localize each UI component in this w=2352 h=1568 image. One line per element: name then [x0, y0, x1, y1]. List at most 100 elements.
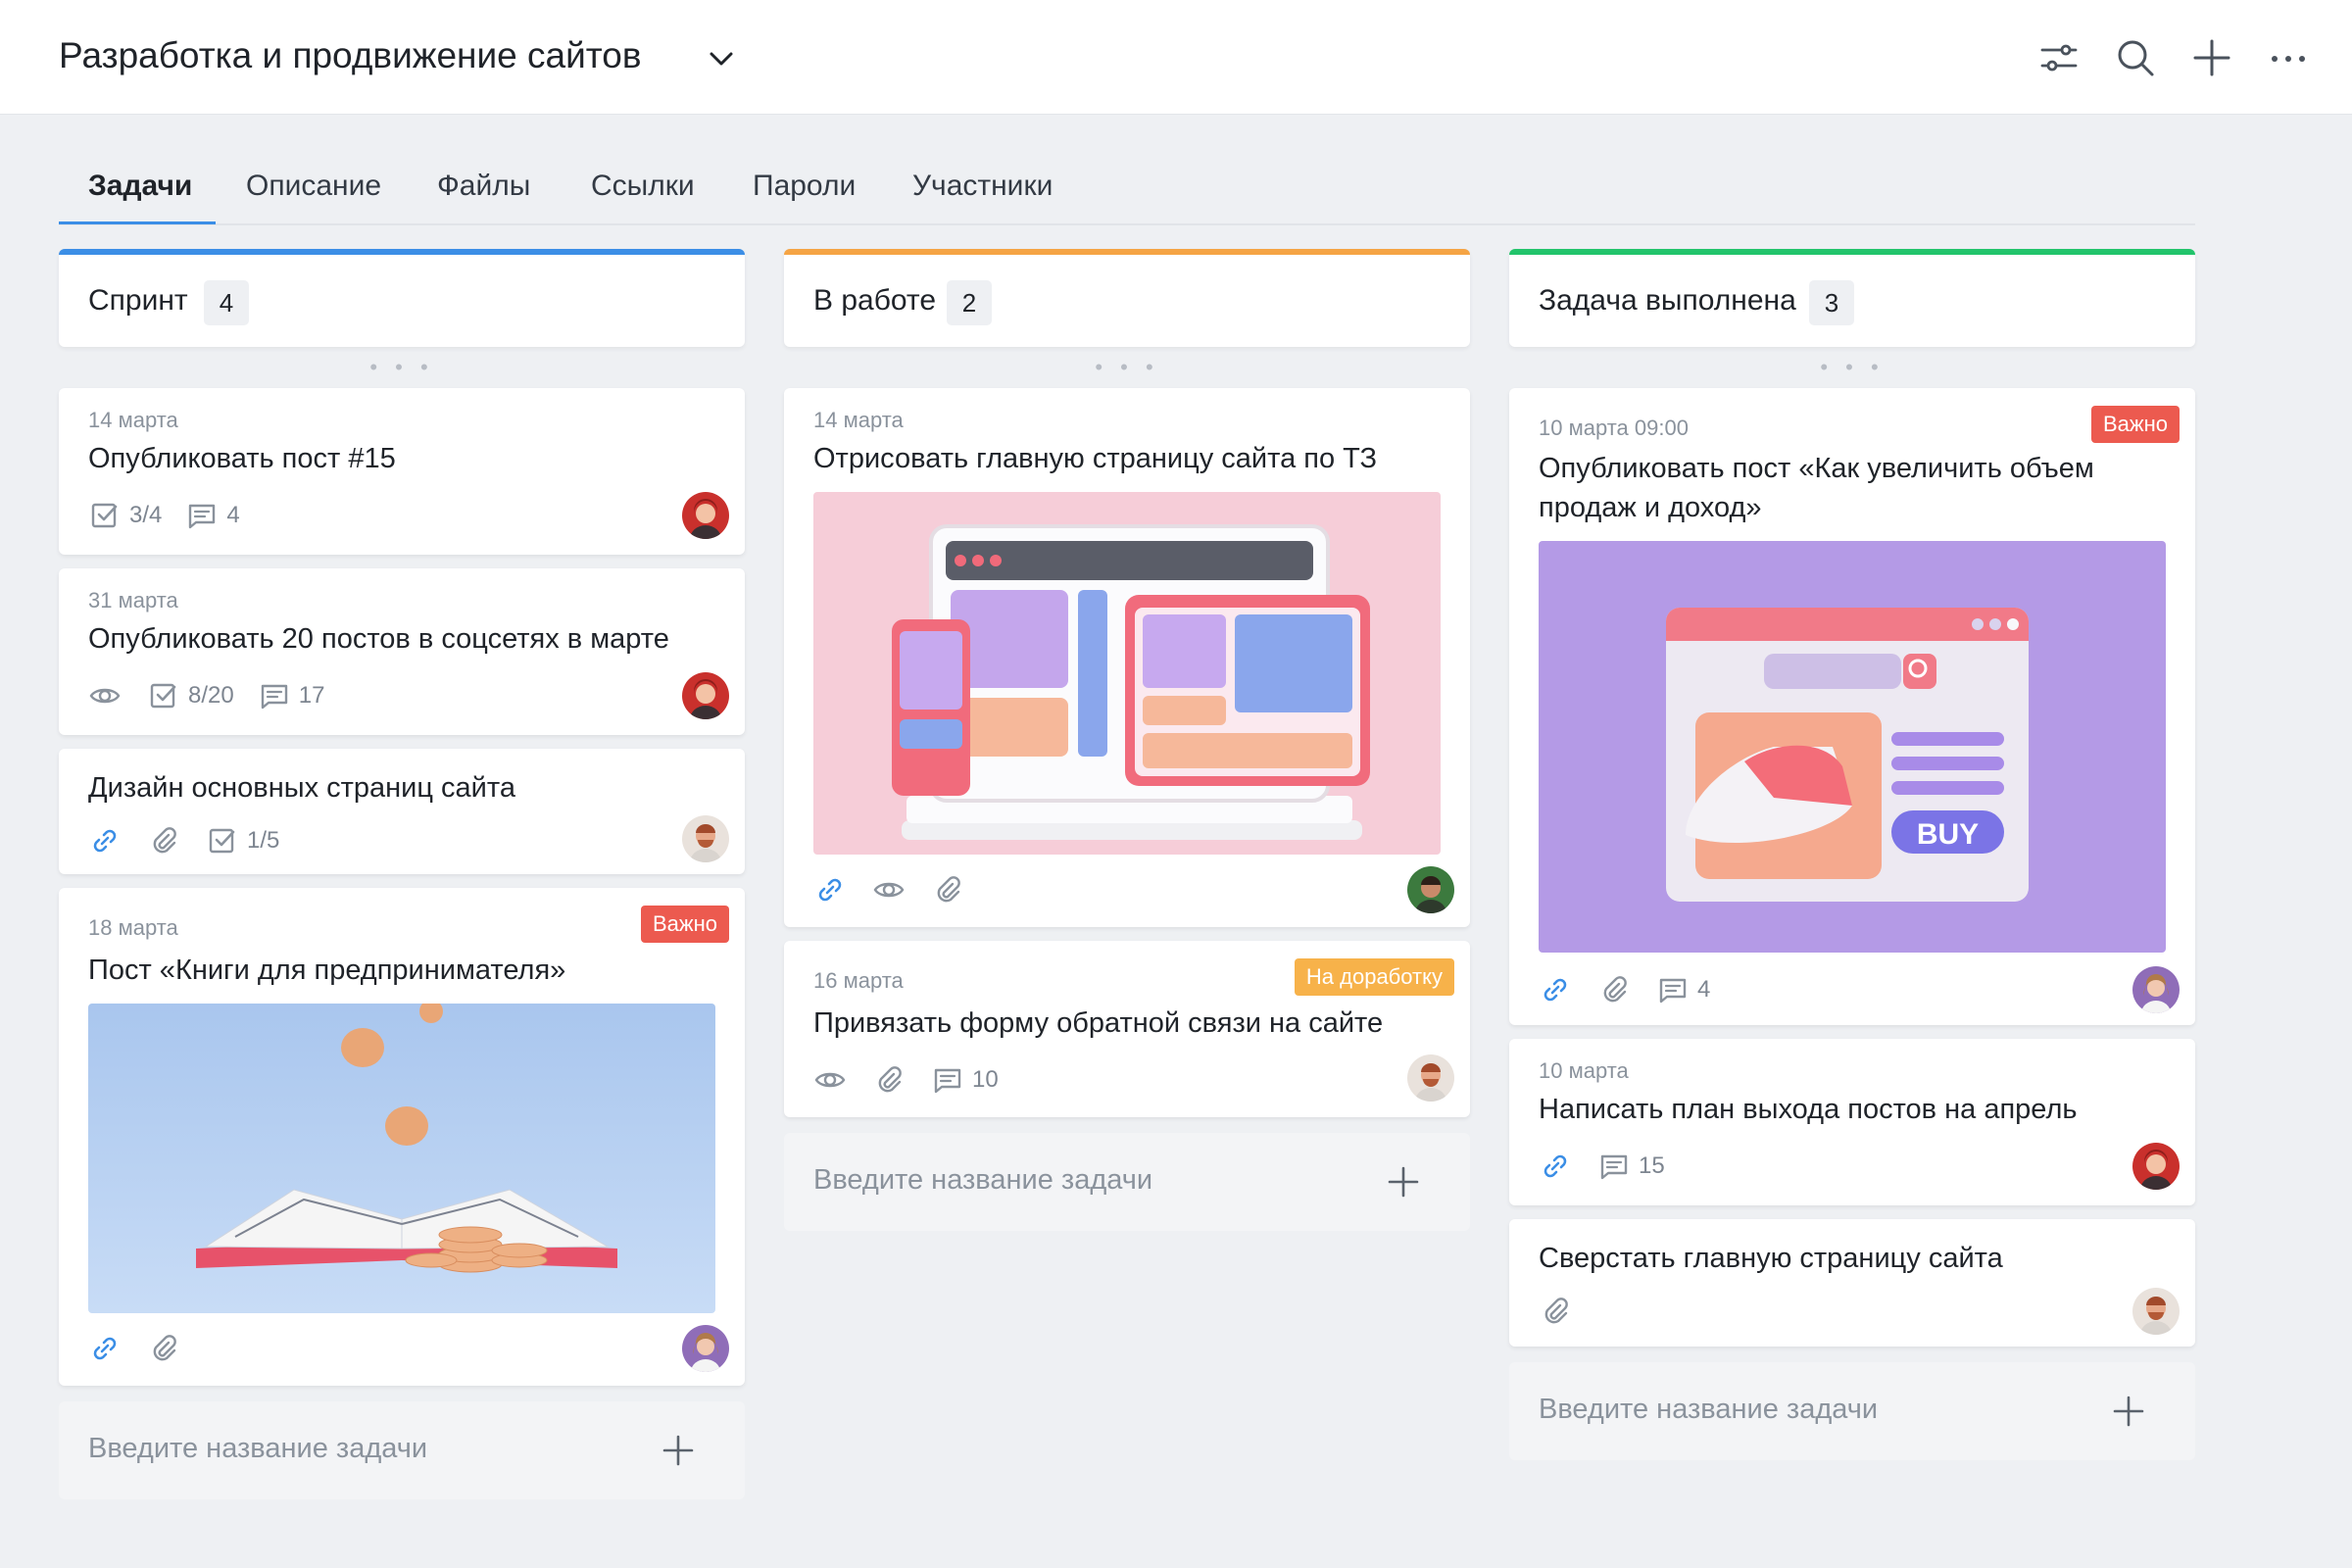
- attachment-icon: [872, 1063, 906, 1097]
- task-card[interactable]: Дизайн основных страниц сайта 1/5: [59, 749, 745, 874]
- new-task-placeholder: Введите название задачи: [88, 1433, 428, 1464]
- task-date: 10 марта 09:00: [1539, 416, 1689, 440]
- tab-description[interactable]: Описание: [246, 159, 381, 223]
- task-card[interactable]: 10 марта Написать план выхода постов на …: [1509, 1039, 2195, 1205]
- buy-button-graphic: BUY: [1916, 818, 1980, 851]
- link-icon: [88, 1332, 122, 1365]
- column-count: 4: [204, 280, 249, 325]
- task-title: Привязать форму обратной связи на сайте: [813, 1007, 1384, 1039]
- tab-members[interactable]: Участники: [912, 159, 1053, 223]
- drag-handle-icon[interactable]: • • •: [784, 355, 1470, 380]
- top-bar: Разработка и продвижение сайтов: [0, 0, 2352, 115]
- link-icon: [1539, 973, 1572, 1006]
- comment-icon: [1597, 1150, 1631, 1183]
- task-date: 14 марта: [813, 408, 904, 432]
- tab-passwords[interactable]: Пароли: [753, 159, 856, 223]
- task-title: Дизайн основных страниц сайта: [88, 772, 515, 804]
- attachment-icon: [1597, 973, 1631, 1006]
- task-date: 16 марта: [813, 968, 904, 993]
- comment-count: 17: [298, 682, 325, 709]
- task-meta: 8/20 17: [88, 678, 348, 713]
- task-title: Опубликовать 20 постов в соцсетях в март…: [88, 623, 669, 655]
- comment-icon: [185, 499, 219, 532]
- avatar[interactable]: [2132, 1143, 2180, 1190]
- task-card[interactable]: 14 марта Опубликовать пост #15 3/4 4: [59, 388, 745, 555]
- eye-icon: [872, 873, 906, 906]
- checklist-icon: [88, 499, 122, 532]
- column-header[interactable]: В работе 2: [784, 249, 1470, 347]
- task-meta: 10: [813, 1062, 1022, 1098]
- avatar[interactable]: [682, 492, 729, 539]
- column-count: 2: [947, 280, 992, 325]
- comment-count: 15: [1639, 1152, 1665, 1179]
- comment-count: 4: [226, 502, 240, 528]
- new-task-input[interactable]: Введите название задачи: [784, 1133, 1470, 1231]
- drag-handle-icon[interactable]: • • •: [59, 355, 745, 380]
- comment-icon: [1656, 973, 1690, 1006]
- search-icon[interactable]: [2115, 37, 2156, 78]
- checklist-icon: [147, 679, 180, 712]
- attachment-icon: [147, 1332, 180, 1365]
- filter-icon[interactable]: [2038, 37, 2080, 78]
- task-title: Опубликовать пост #15: [88, 443, 396, 474]
- task-meta: 15: [1539, 1149, 1689, 1184]
- tab-files[interactable]: Файлы: [437, 159, 530, 223]
- task-card[interactable]: 16 марта На доработку Привязать форму об…: [784, 941, 1470, 1117]
- tab-bar: Задачи Описание Файлы Ссылки Пароли Учас…: [59, 147, 2195, 225]
- avatar[interactable]: [682, 672, 729, 719]
- plus-icon[interactable]: [2191, 37, 2232, 78]
- add-task-plus-icon[interactable]: [661, 1433, 696, 1468]
- new-task-input[interactable]: Введите название задачи: [1509, 1362, 2195, 1460]
- important-badge: Важно: [640, 906, 729, 943]
- task-title: Опубликовать пост «Как увеличить объем п…: [1539, 453, 2094, 523]
- chevron-down-icon[interactable]: [706, 43, 737, 74]
- tab-tasks[interactable]: Задачи: [88, 159, 192, 223]
- attachment-icon: [147, 824, 180, 858]
- task-card[interactable]: 18 марта Важно Пост «Книги для предприни…: [59, 888, 745, 1386]
- task-cover-image[interactable]: BUY: [1539, 541, 2166, 953]
- avatar[interactable]: [1407, 866, 1454, 913]
- attachment-icon: [931, 873, 964, 906]
- active-tab-indicator: [59, 221, 216, 224]
- task-title: Сверстать главную страницу сайта: [1539, 1243, 2003, 1274]
- more-icon[interactable]: [2268, 37, 2309, 78]
- task-meta: 1/5: [88, 823, 303, 858]
- checklist-icon: [206, 824, 239, 858]
- add-task-plus-icon[interactable]: [2111, 1394, 2146, 1429]
- column-header[interactable]: Спринт 4: [59, 249, 745, 347]
- avatar[interactable]: [682, 1325, 729, 1372]
- project-title[interactable]: Разработка и продвижение сайтов: [59, 35, 642, 76]
- task-card[interactable]: Сверстать главную страницу сайта: [1509, 1219, 2195, 1347]
- task-meta: 4: [1539, 972, 1734, 1007]
- task-meta: 3/4 4: [88, 498, 264, 533]
- task-date: 10 марта: [1539, 1058, 1629, 1083]
- drag-handle-icon[interactable]: • • •: [1509, 355, 2195, 380]
- comment-count: 10: [972, 1066, 999, 1093]
- column-title: Задача выполнена: [1539, 284, 1796, 317]
- new-task-placeholder: Введите название задачи: [1539, 1394, 1879, 1425]
- avatar[interactable]: [2132, 966, 2180, 1013]
- task-date: 18 марта: [88, 915, 178, 940]
- avatar[interactable]: [682, 815, 729, 862]
- task-card[interactable]: 14 марта Отрисовать главную страницу сай…: [784, 388, 1470, 927]
- task-meta: [88, 1331, 188, 1366]
- eye-icon: [88, 679, 122, 712]
- task-title: Отрисовать главную страницу сайта по ТЗ: [813, 443, 1378, 474]
- avatar[interactable]: [1407, 1054, 1454, 1102]
- add-task-plus-icon[interactable]: [1386, 1164, 1421, 1200]
- tab-links[interactable]: Ссылки: [591, 159, 695, 223]
- column-title: Спринт: [88, 284, 188, 317]
- rework-badge: На доработку: [1294, 958, 1454, 996]
- task-cover-image[interactable]: [813, 492, 1441, 855]
- column-header[interactable]: Задача выполнена 3: [1509, 249, 2195, 347]
- column-title: В работе: [813, 284, 937, 317]
- task-cover-image[interactable]: [88, 1004, 715, 1313]
- avatar[interactable]: [2132, 1288, 2180, 1335]
- task-card[interactable]: 31 марта Опубликовать 20 постов в соцсет…: [59, 568, 745, 735]
- link-icon: [813, 873, 847, 906]
- task-title: Написать план выхода постов на апрель: [1539, 1094, 2078, 1125]
- comment-icon: [258, 679, 291, 712]
- link-icon: [1539, 1150, 1572, 1183]
- task-card[interactable]: 10 марта 09:00 Важно Опубликовать пост «…: [1509, 388, 2195, 1025]
- new-task-input[interactable]: Введите название задачи: [59, 1401, 745, 1499]
